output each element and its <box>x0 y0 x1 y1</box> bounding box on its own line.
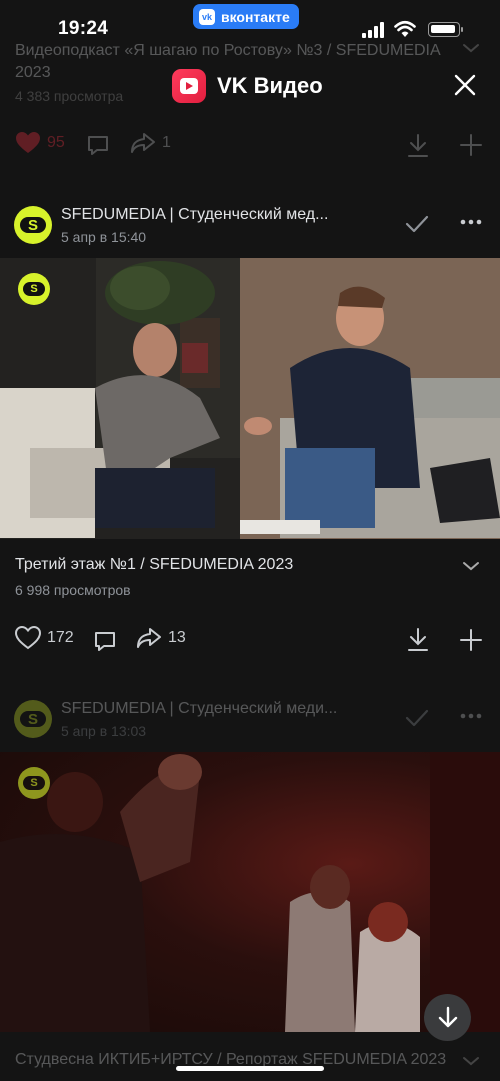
video-actions-bar: 172 13 <box>0 626 500 656</box>
scroll-down-button[interactable] <box>424 994 471 1041</box>
heart-icon <box>16 132 40 153</box>
vk-app-pill[interactable]: vk вконтакте <box>193 4 299 29</box>
post-date: 5 апр в 13:03 <box>61 723 147 739</box>
comment-icon[interactable] <box>93 629 117 653</box>
share-icon <box>137 628 161 648</box>
check-icon[interactable] <box>404 707 430 729</box>
vk-app-pill-label: вконтакте <box>221 8 290 25</box>
like-count: 172 <box>47 629 74 646</box>
channel-watermark: S <box>18 273 50 305</box>
channel-watermark: S <box>18 767 50 799</box>
vk-logo-icon: vk <box>199 8 215 25</box>
battery-icon <box>428 22 463 37</box>
like-button[interactable]: 95 <box>15 131 65 155</box>
share-button[interactable]: 13 <box>136 626 186 650</box>
more-icon[interactable] <box>460 219 482 225</box>
heart-icon <box>15 626 41 650</box>
post-header: S SFEDUMEDIA | Студенческий меди... 5 ап… <box>0 694 500 750</box>
plus-icon[interactable] <box>460 134 482 156</box>
share-button[interactable]: 1 <box>130 131 171 155</box>
like-button[interactable]: 172 <box>15 626 74 650</box>
download-icon[interactable] <box>406 627 430 653</box>
post-header: S SFEDUMEDIA | Студенческий мед... 5 апр… <box>0 200 500 256</box>
video-title[interactable]: Третий этаж №1 / SFEDUMEDIA 2023 <box>15 556 293 574</box>
vk-video-logo-icon <box>172 69 206 103</box>
share-icon <box>131 133 155 153</box>
share-count: 13 <box>168 629 186 646</box>
comment-icon[interactable] <box>86 133 110 157</box>
video-frame-illustration <box>0 752 500 1032</box>
arrow-down-icon <box>438 1006 457 1027</box>
status-bar: 19:24 vk вконтакте <box>0 0 500 58</box>
post-date: 5 апр в 15:40 <box>61 229 147 245</box>
video-thumbnail[interactable]: S <box>0 258 500 539</box>
video-views: 6 998 просмотров <box>15 582 131 598</box>
check-icon[interactable] <box>404 213 430 235</box>
chevron-down-icon[interactable] <box>462 560 480 572</box>
download-icon[interactable] <box>406 133 430 159</box>
home-indicator[interactable] <box>176 1066 324 1071</box>
app-title: VK Видео <box>217 73 323 98</box>
channel-name[interactable]: SFEDUMEDIA | Студенческий меди... <box>61 700 337 718</box>
video-thumbnail[interactable]: S <box>0 752 500 1032</box>
channel-name[interactable]: SFEDUMEDIA | Студенческий мед... <box>61 206 328 224</box>
close-icon[interactable] <box>450 70 480 100</box>
share-count: 1 <box>162 134 171 151</box>
app-header: VK Видео <box>0 58 500 114</box>
chevron-down-icon[interactable] <box>462 1055 480 1067</box>
status-time: 19:24 <box>58 18 109 39</box>
video-frame-illustration <box>0 258 500 539</box>
wifi-icon <box>394 20 416 37</box>
like-count: 95 <box>47 134 65 151</box>
channel-avatar[interactable]: S <box>14 700 52 738</box>
plus-icon[interactable] <box>460 629 482 651</box>
prev-actions-bar: 95 1 <box>0 131 500 161</box>
more-icon[interactable] <box>460 713 482 719</box>
signal-icon <box>362 22 384 38</box>
channel-avatar[interactable]: S <box>14 206 52 244</box>
